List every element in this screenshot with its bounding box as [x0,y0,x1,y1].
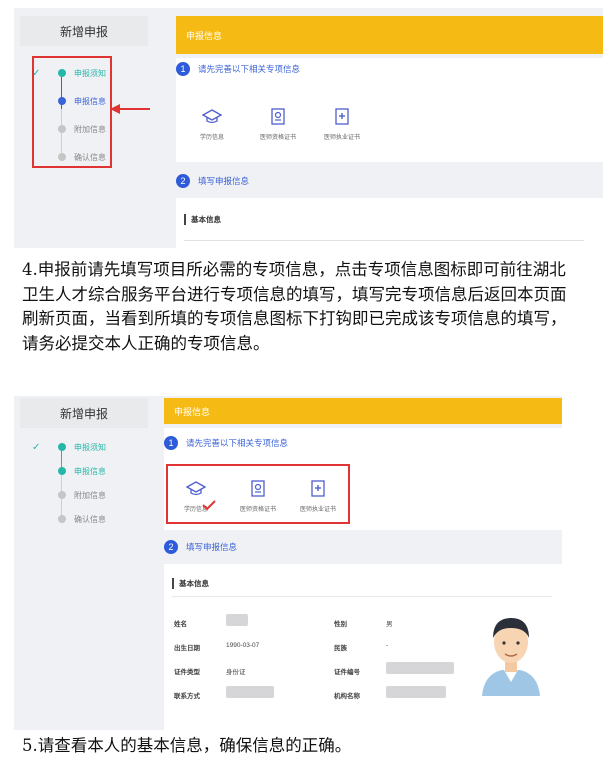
instruction-paragraph-5: 5.请查看本人的基本信息，确保信息的正确。 [22,736,352,755]
name-value-redacted [226,614,248,626]
done-check-icon [202,500,216,510]
section-title-text: 请先完善以下相关专项信息 [186,438,289,448]
highlight-box [32,56,112,168]
birth-date-value: 1990-03-07 [226,642,260,649]
id-type-value: 身份证 [226,669,246,676]
step-label: 确认信息 [74,514,106,524]
screenshot-declaration-step: 新增申报 ✓ 申报须知 申报信息 附加信息 确认信息 申报信息 1 请先完善以下… [14,8,603,248]
id-number-redacted [386,662,454,674]
step-confirm-info[interactable]: 确认信息 [32,512,106,526]
gender-value: 男 [386,621,393,628]
divider [172,596,552,597]
new-declaration-header: 新增申报 [20,398,148,428]
step-dot [58,467,66,475]
medical-license-icon [335,108,349,125]
divider [184,240,584,241]
step-additional-info[interactable]: 附加信息 [32,488,106,502]
new-declaration-header: 新增申报 [20,16,148,46]
step-dot [58,443,66,451]
graduation-cap-icon [202,109,222,124]
id-number-label: 证件编号 [334,669,360,676]
medical-license-icon [311,480,325,497]
section-title-text: 填写申报信息 [198,176,250,186]
step-dot [58,491,66,499]
step-label: 附加信息 [74,490,106,500]
card-practice-license[interactable]: 医师执业证书 [316,108,368,141]
arrow-left-icon [110,104,150,114]
card-practice-license[interactable]: 医师执业证书 [292,480,344,513]
section-title: 2 填写申报信息 [164,540,237,554]
form-title: 基本信息 [184,214,221,225]
step-declaration-info[interactable]: 申报信息 [32,464,106,478]
card-label: 医师执业证书 [299,507,336,513]
contact-redacted [226,686,274,698]
org-name-label: 机构名称 [334,693,360,700]
main-header: 申报信息 [164,398,562,424]
step-dot [58,515,66,523]
step-list: ✓ 申报须知 申报信息 附加信息 确认信息 [32,440,142,540]
name-label: 姓名 [174,621,187,628]
step-label: 申报须知 [74,442,106,452]
birth-date-label: 出生日期 [174,645,200,652]
step-notice[interactable]: ✓ 申报须知 [32,440,106,454]
section-title: 2 填写申报信息 [176,174,249,188]
section-title: 1 请先完善以下相关专项信息 [164,436,288,450]
main-header: 申报信息 [176,16,603,54]
instruction-paragraph-4: 4.申报前请先填写项目所必需的专项信息，点击专项信息图标即可前往湖北卫生人才综合… [22,260,567,353]
card-label: 医师执业证书 [323,135,360,141]
id-type-label: 证件类型 [174,669,200,676]
check-icon: ✓ [32,441,41,453]
screenshot-basic-info: 新增申报 ✓ 申报须知 申报信息 附加信息 确认信息 申报信息 1 请先完善以下… [14,396,562,730]
gender-label: 性别 [334,621,347,628]
card-education[interactable]: 学历信息 [192,108,232,141]
card-physician-qualification[interactable]: 医师资格证书 [232,480,284,513]
contact-label: 联系方式 [174,693,200,700]
graduation-cap-icon [186,481,206,496]
section-number: 2 [164,540,178,554]
card-label: 学历信息 [199,135,224,141]
section-number: 1 [176,62,190,76]
card-physician-qualification[interactable]: 医师资格证书 [252,108,304,141]
section-title: 1 请先完善以下相关专项信息 [176,62,300,76]
section-number: 2 [176,174,190,188]
org-name-redacted [386,686,446,698]
ethnicity-label: 民族 [334,645,347,652]
step-label: 申报信息 [74,466,106,476]
card-label: 医师资格证书 [259,135,296,141]
certificate-icon [251,480,265,497]
section-title-text: 请先完善以下相关专项信息 [198,64,301,74]
section-number: 1 [164,436,178,450]
form-title: 基本信息 [172,578,209,589]
section-title-text: 填写申报信息 [186,542,238,552]
avatar [482,618,540,696]
card-label: 医师资格证书 [239,507,276,513]
ethnicity-value: - [386,642,389,649]
certificate-icon [271,108,285,125]
